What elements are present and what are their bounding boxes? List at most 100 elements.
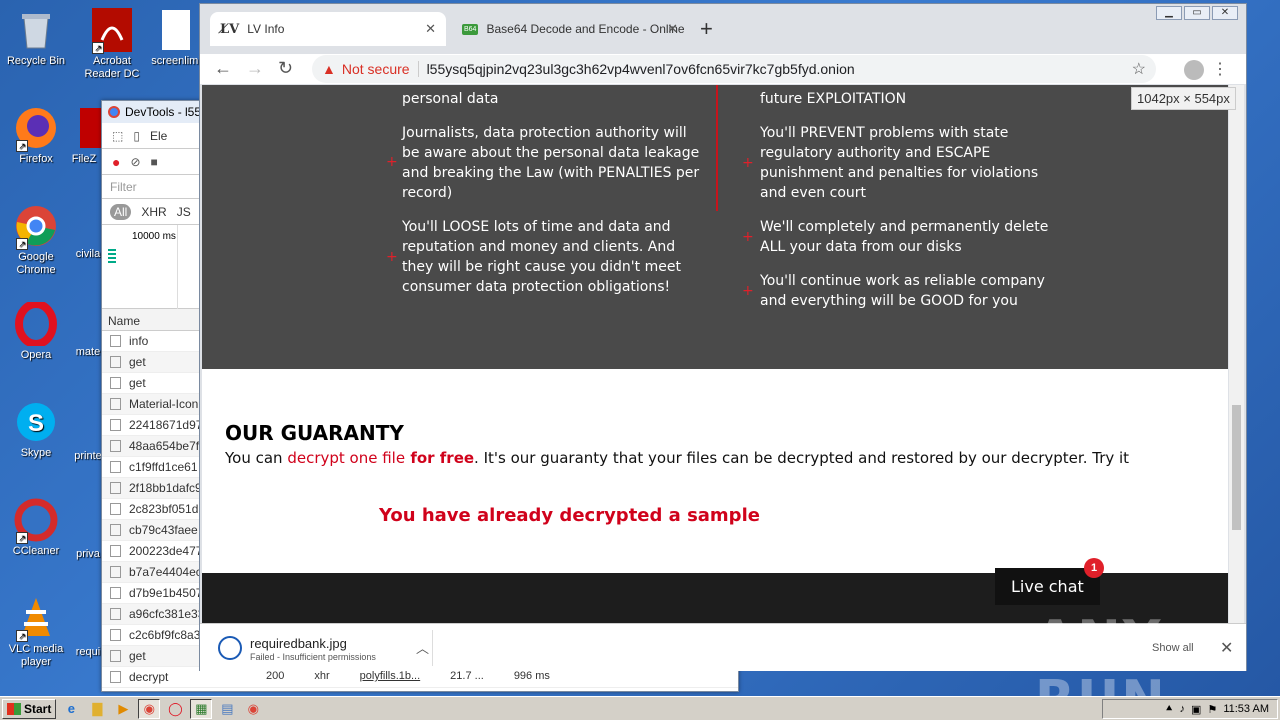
shortcut-arrow-icon: ↗ (16, 140, 28, 152)
chevron-up-icon[interactable]: ︿ (416, 638, 429, 657)
desktop-icon-skype[interactable]: S Skype (0, 400, 72, 460)
desktop-icon-ccleaner[interactable]: ↗ CCleaner (0, 498, 72, 558)
browser-window: L̸V LV Info ✕ B64 Base64 Decode and Enco… (199, 3, 1247, 671)
explorer-icon[interactable]: ▇ (86, 699, 108, 719)
url-text[interactable]: l55ysq5qjpin2vq23ul3gc3h62vp4wvenl7ov6fc… (427, 61, 855, 77)
request-size: 21.7 ... (450, 670, 484, 682)
file-icon (110, 587, 121, 599)
file-icon (110, 335, 121, 347)
camera-icon[interactable]: ■ (151, 155, 158, 169)
ie-icon[interactable]: e (60, 699, 82, 719)
file-icon (110, 440, 121, 452)
sample-decrypted-message: You have already decrypted a sample (379, 505, 760, 526)
minimize-button[interactable]: ▁ (1156, 6, 1182, 20)
desktop-icon-filezilla[interactable]: FileZ (64, 106, 104, 166)
reload-button[interactable]: ↻ (278, 58, 293, 79)
opera-taskbar-icon[interactable]: ◯ (164, 699, 186, 719)
menu-icon[interactable]: ⋮ (1212, 59, 1228, 79)
file-icon (110, 671, 121, 683)
bookmark-star-icon[interactable]: ☆ (1132, 59, 1146, 79)
scrollbar-thumb[interactable] (1232, 405, 1241, 530)
guaranty-text: You can decrypt one file for free. It's … (225, 449, 1130, 467)
device-icon[interactable]: ▯ (133, 129, 140, 143)
desktop-icon-chrome[interactable]: ↗ Google Chrome (0, 204, 72, 277)
file-icon (110, 566, 121, 578)
type-all[interactable]: All (110, 203, 132, 220)
right-item: You'll PREVENT problems with state regul… (760, 125, 1039, 201)
network-icon[interactable]: ▣ (1191, 703, 1201, 716)
inspect-icon[interactable]: ⬚ (112, 129, 123, 143)
live-chat-button[interactable]: Live chat (995, 568, 1100, 605)
omnibox[interactable]: ▲ Not secure l55ysq5qjpin2vq23ul3gc3h62v… (312, 55, 1156, 83)
forward-button[interactable]: → (246, 58, 264, 79)
chrome-icon: ↗ (14, 204, 58, 250)
svg-text:S: S (28, 410, 44, 437)
address-bar-row: ← → ↻ ▲ Not secure l55ysq5qjpin2vq23ul3g… (200, 54, 1246, 84)
back-button[interactable]: ← (214, 58, 232, 79)
not-secure-label[interactable]: Not secure (342, 61, 410, 77)
initiator-link[interactable]: polyfills.1b... (360, 670, 421, 682)
close-tab-icon[interactable]: ✕ (425, 21, 436, 37)
chrome-taskbar-icon-2[interactable]: ◉ (242, 699, 264, 719)
notepad-taskbar-icon[interactable]: ▤ (216, 699, 238, 719)
status-code: 200 (266, 670, 285, 682)
flag-icon[interactable]: ⚑ (1207, 703, 1217, 716)
close-tab-icon[interactable]: ✕ (667, 21, 678, 37)
desktop-icon-recycle-bin[interactable]: Recycle Bin (0, 8, 72, 68)
file-icon (110, 461, 121, 473)
request-type: xhr (314, 670, 330, 682)
download-status: Failed - Insufficient permissions (250, 652, 376, 662)
file-icon (110, 503, 121, 515)
devtools-status-row: 200 xhr polyfills.1b... 21.7 ... 996 ms (266, 670, 550, 682)
elements-tab[interactable]: Ele (150, 129, 167, 143)
desktop-icon-acrobat[interactable]: ↗ Acrobat Reader DC (76, 8, 148, 81)
tab-base64[interactable]: B64 Base64 Decode and Encode - Online ✕ (452, 12, 688, 46)
shortcut-arrow-icon: ↗ (16, 238, 28, 250)
chrome-small-icon (108, 106, 120, 118)
file-icon (110, 356, 121, 368)
opera-icon (14, 300, 58, 348)
plus-icon: + (742, 283, 754, 299)
page-viewport: personal data + Journalists, data protec… (202, 85, 1228, 623)
new-tab-button[interactable]: + (700, 16, 713, 42)
file-icon (110, 629, 121, 641)
b64-favicon-icon: B64 (462, 23, 479, 35)
image-file-icon (218, 636, 242, 660)
file-icon (110, 377, 121, 389)
request-time: 996 ms (513, 670, 550, 682)
chrome-taskbar-icon[interactable]: ◉ (138, 698, 161, 719)
desktop-icon-opera[interactable]: Opera (0, 300, 72, 362)
shortcut-arrow-icon: ↗ (16, 532, 28, 544)
plus-icon: + (386, 154, 398, 170)
desktop-icon-screenlimi[interactable]: screenlimi (146, 8, 206, 68)
volume-icon[interactable]: ♪ (1180, 703, 1186, 715)
file-icon (110, 482, 121, 494)
tray-arrow-icon[interactable]: ⯅ (1165, 703, 1174, 716)
firefox-icon: ↗ (14, 106, 58, 152)
close-window-button[interactable]: ✕ (1212, 6, 1238, 20)
plus-icon: + (386, 249, 398, 265)
file-icon (110, 398, 121, 410)
comparison-section: personal data + Journalists, data protec… (202, 85, 1228, 369)
download-item[interactable]: requiredbank.jpg Failed - Insufficient p… (214, 632, 434, 664)
file-icon (110, 650, 121, 662)
type-xhr[interactable]: XHR (141, 205, 166, 219)
tab-lv-info[interactable]: L̸V LV Info ✕ (210, 12, 446, 46)
desktop-icon-vlc[interactable]: ↗ VLC media player (0, 596, 72, 669)
clear-icon[interactable]: ⊘ (130, 155, 140, 169)
lv-logo-icon: L̸V (220, 21, 240, 37)
app-taskbar-icon[interactable]: ▦ (190, 698, 213, 719)
ccleaner-icon: ↗ (14, 498, 58, 544)
record-icon[interactable]: ● (112, 154, 120, 170)
file-icon (110, 524, 121, 536)
type-js[interactable]: JS (177, 205, 191, 219)
start-button[interactable]: Start (2, 698, 57, 719)
media-player-icon[interactable]: ▶ (112, 699, 134, 719)
page-scrollbar[interactable] (1229, 85, 1244, 623)
right-item: future EXPLOITATION (760, 91, 907, 107)
decrypt-one-file-link[interactable]: decrypt one file (287, 449, 405, 467)
maximize-button[interactable]: ▭ (1184, 6, 1210, 20)
desktop-icon-firefox[interactable]: ↗ Firefox (0, 106, 72, 166)
clock[interactable]: 11:53 AM (1223, 703, 1269, 715)
profile-avatar[interactable] (1184, 60, 1204, 80)
